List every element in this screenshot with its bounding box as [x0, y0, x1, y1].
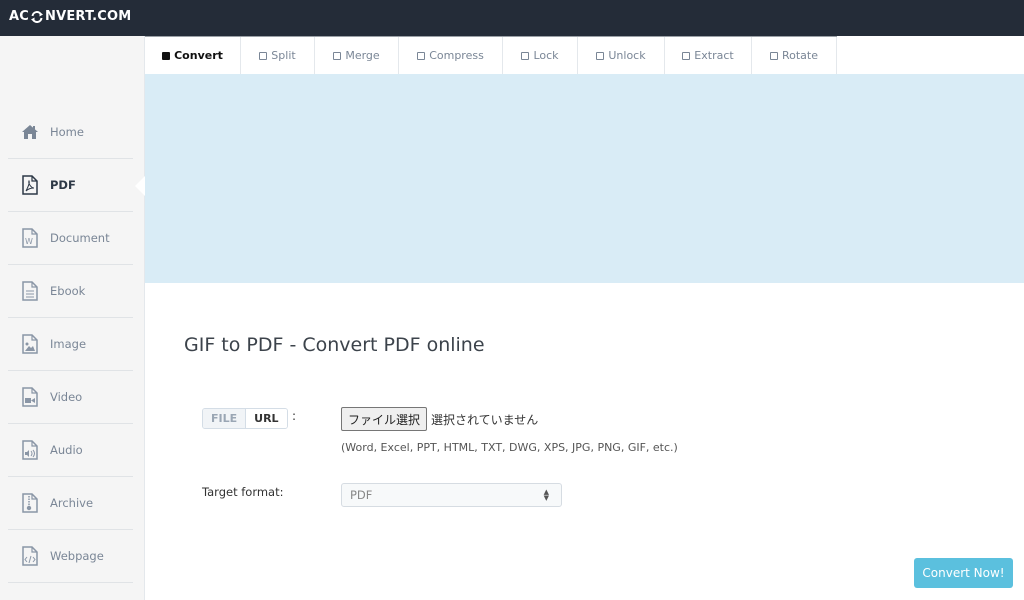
sidebar-item-label: Document [50, 231, 110, 245]
source-toggle: FILE URL [202, 408, 288, 429]
checkbox-icon [521, 51, 530, 60]
sidebar-item-label: Archive [50, 496, 94, 510]
pdf-file-icon [21, 175, 39, 195]
tab-extract[interactable]: Extract [665, 37, 752, 74]
sidebar-item-label: Home [50, 125, 84, 139]
sidebar-item-home[interactable]: Home [8, 106, 133, 159]
text-file-icon [21, 281, 39, 301]
checkbox-icon [333, 51, 342, 60]
sidebar-item-ebook[interactable]: Ebook [8, 265, 133, 318]
sidebar-item-label: Webpage [50, 549, 104, 563]
file-option[interactable]: FILE [203, 409, 247, 428]
choose-file-button[interactable]: ファイル選択 [341, 407, 428, 431]
audio-file-icon [21, 440, 39, 460]
target-format-label: Target format: [202, 485, 284, 499]
select-arrows-icon: ▲ ▼ [543, 488, 549, 502]
file-status-text: 選択されていません [431, 413, 539, 427]
convert-now-button[interactable]: Convert Now! [914, 558, 1013, 588]
tab-label: Extract [694, 49, 734, 62]
sync-icon [31, 10, 44, 23]
target-format-select[interactable]: PDF ▲ ▼ [341, 483, 562, 507]
checkbox-icon [596, 51, 605, 60]
checkbox-icon [259, 51, 268, 60]
checkbox-icon [162, 51, 171, 60]
ad-banner-area [145, 74, 1024, 283]
logo-text-right: NVERT.COM [45, 9, 132, 24]
image-file-icon [21, 334, 39, 354]
tab-split[interactable]: Split [241, 37, 315, 74]
tab-label: Lock [533, 49, 559, 62]
site-logo[interactable]: AC NVERT.COM [9, 9, 131, 24]
sidebar: Home PDF W Document Ebook Image Video Au… [0, 36, 145, 600]
tab-rotate[interactable]: Rotate [752, 37, 837, 74]
page-title: GIF to PDF - Convert PDF online [184, 334, 485, 356]
checkbox-icon [682, 51, 691, 60]
tab-lock[interactable]: Lock [503, 37, 578, 74]
sidebar-item-webpage[interactable]: Webpage [8, 530, 133, 583]
tab-label: Merge [345, 49, 380, 62]
sidebar-item-audio[interactable]: Audio [8, 424, 133, 477]
active-item-caret [135, 176, 145, 196]
tab-label: Compress [429, 49, 484, 62]
sidebar-item-archive[interactable]: Archive [8, 477, 133, 530]
supported-formats-hint: (Word, Excel, PPT, HTML, TXT, DWG, XPS, … [341, 441, 678, 454]
home-icon [21, 122, 39, 142]
checkbox-icon [417, 51, 426, 60]
tab-compress[interactable]: Compress [399, 37, 503, 74]
sidebar-item-video[interactable]: Video [8, 371, 133, 424]
sidebar-nav: Home PDF W Document Ebook Image Video Au… [8, 106, 133, 583]
archive-file-icon [21, 493, 39, 513]
tab-label: Unlock [608, 49, 646, 62]
tab-label: Split [271, 49, 296, 62]
sidebar-item-label: Ebook [50, 284, 86, 298]
top-bar: AC NVERT.COM [0, 0, 1024, 36]
url-option[interactable]: URL [246, 409, 287, 428]
sidebar-item-label: Image [50, 337, 87, 351]
sidebar-item-label: PDF [50, 178, 76, 192]
word-file-icon: W [21, 228, 39, 248]
sidebar-item-image[interactable]: Image [8, 318, 133, 371]
target-format-value: PDF [350, 488, 373, 502]
toggle-colon: : [292, 409, 297, 423]
sidebar-item-label: Audio [50, 443, 83, 457]
tab-unlock[interactable]: Unlock [578, 37, 665, 74]
tab-merge[interactable]: Merge [315, 37, 399, 74]
tab-label: Rotate [781, 49, 818, 62]
tool-tabs: Convert Split Merge Compress Lock Unlock… [145, 36, 837, 74]
tab-convert[interactable]: Convert [145, 37, 241, 74]
sidebar-item-document[interactable]: W Document [8, 212, 133, 265]
code-file-icon [21, 546, 39, 566]
logo-text-left: AC [9, 9, 30, 24]
svg-text:W: W [25, 237, 33, 246]
sidebar-item-label: Video [50, 390, 83, 404]
sidebar-item-pdf[interactable]: PDF [8, 159, 133, 212]
checkbox-icon [769, 51, 778, 60]
video-file-icon [21, 387, 39, 407]
tab-label: Convert [174, 49, 223, 62]
